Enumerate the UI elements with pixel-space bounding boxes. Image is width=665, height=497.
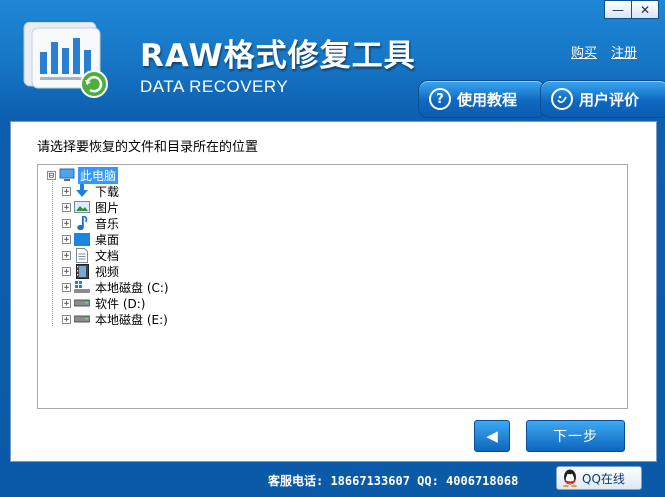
close-button[interactable]: ✕ (632, 0, 659, 19)
tree-expander[interactable]: + (62, 186, 71, 196)
tree-node-drive-c[interactable]: + 本地磁盘 (C:) (62, 279, 171, 295)
minimize-button[interactable]: — (604, 0, 632, 19)
register-link[interactable]: 注册 (611, 42, 637, 61)
app-window: — ✕ RAW格式修复工具 DATA RECOVERY 购买 注册 ? 使用教程… (0, 0, 665, 497)
tree-node-documents[interactable]: + 文档 (62, 247, 121, 263)
qq-penguin-icon (563, 469, 577, 487)
video-icon (74, 263, 90, 279)
computer-icon (59, 168, 75, 182)
tree-node-label: 图片 (95, 200, 120, 215)
app-logo-icon (23, 22, 108, 98)
music-note-icon (74, 215, 90, 230)
tree-expander[interactable]: + (62, 202, 71, 212)
drive-icon (74, 312, 90, 326)
tree-node-drive-d[interactable]: + 软件 (D:) (62, 295, 147, 311)
tree-content: ⊟ 此电脑 + 下载 + 图片 + 音乐 + 桌面 + 文档 + 视频 + 本地… (38, 165, 627, 408)
tree-node-label: 音乐 (95, 216, 120, 231)
qq-online-label: QQ在线 (582, 471, 625, 486)
instruction-text: 请选择要恢复的文件和目录所在的位置 (37, 140, 259, 155)
tree-expander[interactable]: + (62, 266, 71, 276)
app-title: RAW格式修复工具 (140, 38, 416, 74)
tree-node-label: 此电脑 (78, 166, 119, 184)
tutorial-button[interactable]: ? 使用教程 (418, 80, 546, 118)
tree-node-drive-e[interactable]: + 本地磁盘 (E:) (62, 311, 170, 327)
tree-node-desktop[interactable]: + 桌面 (62, 231, 121, 247)
top-links: 购买 注册 (571, 42, 637, 61)
picture-icon (74, 200, 90, 214)
tree-node-pictures[interactable]: + 图片 (62, 199, 121, 215)
tree-node-label: 桌面 (95, 232, 120, 247)
tree-node-music[interactable]: + 音乐 (62, 215, 121, 231)
tree-node-label: 下载 (95, 184, 120, 199)
content-panel: 请选择要恢复的文件和目录所在的位置 ⊟ 此电脑 + 下载 + 图片 + 音乐 +… (10, 121, 657, 462)
document-icon (74, 247, 90, 263)
tree-node-label: 本地磁盘 (E:) (95, 312, 168, 327)
customer-service-text: 客服电话: 18667133607 QQ: 4006718068 (268, 474, 519, 488)
tree-node-downloads[interactable]: + 下载 (62, 183, 121, 199)
qq-online-button[interactable]: QQ在线 (556, 466, 642, 490)
next-label: 下一步 (553, 429, 598, 445)
tree-guide-line (52, 181, 53, 326)
help-icon: ? (429, 88, 451, 110)
app-subtitle: DATA RECOVERY (140, 77, 289, 96)
buy-link[interactable]: 购买 (571, 42, 597, 61)
tree-expander[interactable]: + (62, 250, 71, 260)
review-label: 用户评价 (579, 90, 640, 109)
next-button[interactable]: 下一步 (526, 420, 625, 452)
tree-expander[interactable]: + (62, 234, 71, 244)
tree-node-label: 文档 (95, 248, 120, 263)
tree-node-videos[interactable]: + 视频 (62, 263, 121, 279)
tree-node-root[interactable]: ⊟ 此电脑 (47, 166, 119, 184)
tree-node-label: 软件 (D:) (95, 296, 146, 311)
download-arrow-icon (74, 184, 90, 198)
tree-expander[interactable]: + (62, 282, 71, 292)
back-button[interactable]: ◀ (474, 420, 510, 452)
system-drive-icon (74, 280, 90, 294)
tutorial-label: 使用教程 (457, 90, 518, 109)
drive-icon (74, 296, 90, 310)
desktop-icon (74, 232, 90, 246)
review-icon (551, 88, 573, 110)
tree-node-label: 本地磁盘 (C:) (95, 280, 169, 295)
tree-node-label: 视频 (95, 264, 120, 279)
window-controls: — ✕ (604, 0, 659, 19)
tree-expander[interactable]: + (62, 218, 71, 228)
back-arrow-icon: ◀ (486, 427, 498, 445)
location-tree[interactable]: ⊟ 此电脑 + 下载 + 图片 + 音乐 + 桌面 + 文档 + 视频 + 本地… (37, 164, 628, 409)
user-review-button[interactable]: 用户评价 (540, 80, 665, 118)
tree-expander[interactable]: ⊟ (47, 170, 56, 180)
tree-expander[interactable]: + (62, 314, 71, 324)
tree-expander[interactable]: + (62, 298, 71, 308)
